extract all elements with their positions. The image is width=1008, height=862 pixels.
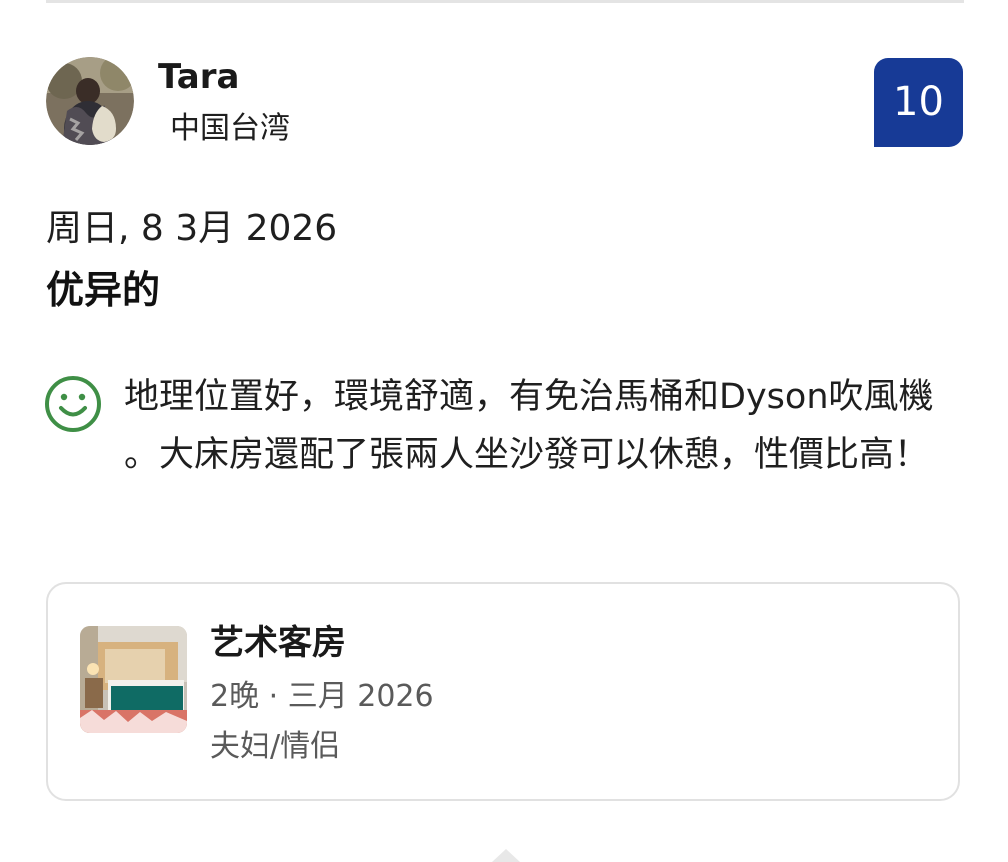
room-name: 艺术客房 xyxy=(210,623,346,663)
reviewer-avatar xyxy=(46,57,134,145)
room-info-card: 艺术客房 2晚 · 三月 2026 夫妇/情侣 xyxy=(46,582,960,801)
smile-icon xyxy=(44,375,102,433)
review-card-page: Tara 中国台湾 10 周日, 8 3月 2026 优异的 地理位置好，環境舒… xyxy=(0,0,1008,862)
traveler-type: 夫妇/情侣 xyxy=(210,729,341,764)
reviewer-country: 中国台湾 xyxy=(170,111,290,146)
room-stay-details: 2晚 · 三月 2026 xyxy=(210,679,434,714)
review-date: 周日, 8 3月 2026 xyxy=(46,208,338,249)
bottom-arrow-icon xyxy=(492,849,520,862)
positive-review-text: 地理位置好，環境舒適，有免治馬桶和Dyson吹風機 。大床房還配了張兩人坐沙發可… xyxy=(124,377,934,475)
room-thumbnail xyxy=(80,626,187,733)
review-score-badge: 10 xyxy=(874,58,963,147)
review-title: 优异的 xyxy=(46,268,161,312)
top-divider xyxy=(46,0,964,3)
reviewer-name: Tara xyxy=(158,57,240,97)
